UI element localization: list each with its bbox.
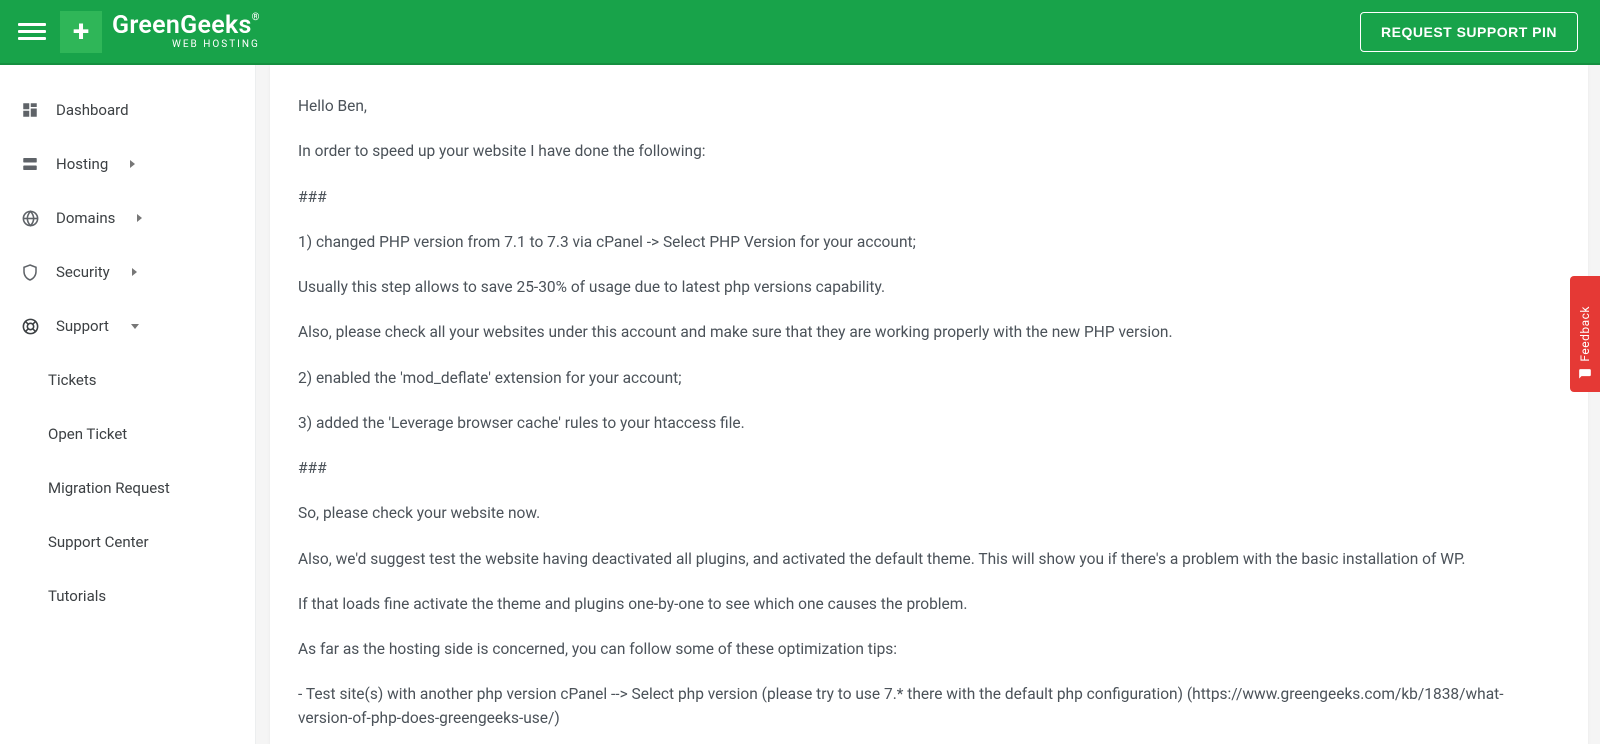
globe-icon: [20, 208, 40, 228]
ticket-paragraph: Usually this step allows to save 25-30% …: [298, 276, 1538, 299]
sidebar-item-label: Domains: [56, 209, 115, 227]
sidebar-subitem-label: Migration Request: [48, 479, 170, 497]
sidebar-item-label: Security: [56, 263, 110, 281]
server-icon: [20, 154, 40, 174]
sidebar-subitem-tickets[interactable]: Tickets: [0, 353, 255, 407]
ticket-message: Hello Ben, In order to speed up your webs…: [270, 65, 1588, 744]
ticket-paragraph: As far as the hosting side is concerned,…: [298, 638, 1538, 661]
ticket-paragraph: 3) added the 'Leverage browser cache' ru…: [298, 412, 1538, 435]
brand-tagline: WEB HOSTING: [112, 40, 260, 50]
chevron-right-icon: [137, 214, 142, 222]
brand-text: GreenGeeks® WEB HOSTING: [112, 13, 260, 50]
sidebar-item-security[interactable]: Security: [0, 245, 255, 299]
ticket-paragraph: So, please check your website now.: [298, 502, 1538, 525]
feedback-label: Feedback: [1578, 306, 1592, 362]
chevron-right-icon: [130, 160, 135, 168]
ticket-paragraph: 2) enabled the 'mod_deflate' extension f…: [298, 367, 1538, 390]
sidebar-subitem-tutorials[interactable]: Tutorials: [0, 569, 255, 623]
sidebar-subitem-open-ticket[interactable]: Open Ticket: [0, 407, 255, 461]
sidebar-item-support[interactable]: Support: [0, 299, 255, 353]
sidebar: Dashboard Hosting Domains Security: [0, 65, 256, 744]
ticket-paragraph: ###: [298, 186, 1538, 209]
ticket-paragraph: Hello Ben,: [298, 95, 1538, 118]
ticket-paragraph: In order to speed up your website I have…: [298, 140, 1538, 163]
ticket-paragraph: Also, please check all your websites und…: [298, 321, 1538, 344]
sidebar-item-domains[interactable]: Domains: [0, 191, 255, 245]
brand-logo[interactable]: + GreenGeeks® WEB HOSTING: [60, 11, 260, 53]
feedback-tab-button[interactable]: Feedback: [1570, 276, 1600, 392]
sidebar-subitem-support-center[interactable]: Support Center: [0, 515, 255, 569]
sidebar-subitem-label: Tickets: [48, 371, 97, 389]
chevron-down-icon: [131, 324, 139, 329]
feedback-icon: [1578, 368, 1592, 382]
ticket-paragraph: - Test site(s) with another php version …: [298, 683, 1538, 730]
chevron-right-icon: [132, 268, 137, 276]
content-scroll[interactable]: Hello Ben, In order to speed up your webs…: [256, 65, 1600, 744]
sidebar-subitem-label: Open Ticket: [48, 425, 127, 443]
brand-name: GreenGeeks: [112, 11, 252, 40]
ticket-paragraph: Also, we'd suggest test the website havi…: [298, 548, 1538, 571]
request-support-pin-button[interactable]: REQUEST SUPPORT PIN: [1360, 12, 1578, 52]
sidebar-item-hosting[interactable]: Hosting: [0, 137, 255, 191]
top-bar-left: + GreenGeeks® WEB HOSTING: [18, 11, 260, 53]
sidebar-item-label: Dashboard: [56, 101, 129, 119]
ticket-paragraph: ###: [298, 457, 1538, 480]
sidebar-item-label: Hosting: [56, 155, 108, 173]
sidebar-subitem-label: Support Center: [48, 533, 149, 551]
plus-icon: +: [60, 11, 102, 53]
sidebar-subitem-label: Tutorials: [48, 587, 106, 605]
sidebar-subitem-migration-request[interactable]: Migration Request: [0, 461, 255, 515]
ticket-paragraph: 1) changed PHP version from 7.1 to 7.3 v…: [298, 231, 1538, 254]
sidebar-item-label: Support: [56, 317, 109, 335]
life-ring-icon: [20, 316, 40, 336]
sidebar-item-dashboard[interactable]: Dashboard: [0, 83, 255, 137]
menu-toggle-button[interactable]: [18, 18, 46, 46]
ticket-paragraph: If that loads fine activate the theme an…: [298, 593, 1538, 616]
top-bar: + GreenGeeks® WEB HOSTING REQUEST SUPPOR…: [0, 0, 1600, 65]
shield-icon: [20, 262, 40, 282]
dashboard-icon: [20, 100, 40, 120]
